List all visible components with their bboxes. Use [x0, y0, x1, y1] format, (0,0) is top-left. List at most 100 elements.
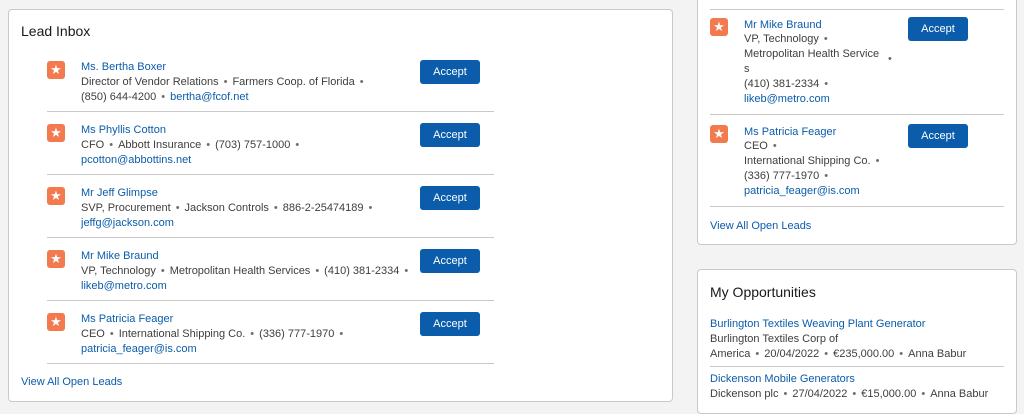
view-all-open-leads-link[interactable]: View All Open Leads [21, 376, 122, 388]
separator: • [339, 328, 344, 340]
lead-email-link[interactable]: patricia_feager@is.com [744, 185, 860, 197]
lead-inbox-card: Lead Inbox ★ Ms. Bertha Boxer Director o… [8, 9, 673, 402]
lead-star-icon: ★ [710, 18, 728, 36]
lead-name-link[interactable]: Ms Patricia Feager [744, 126, 836, 138]
separator: • [824, 78, 829, 90]
separator: • [404, 265, 409, 277]
divider [710, 9, 1004, 10]
lead-details: Director of Vendor Relations • Farmers Coo… [81, 75, 411, 105]
separator: • [852, 388, 857, 400]
lead-details: VP, Technology • Metropolitan Health Serv… [744, 32, 894, 107]
accept-button[interactable]: Accept [420, 123, 480, 147]
separator: • [875, 155, 880, 167]
card-title: Lead Inbox [21, 23, 91, 39]
divider [47, 237, 494, 238]
lead-item: ★ Mr Jeff Glimpse SVP, Procurement • Jacks… [9, 184, 674, 244]
opportunity-details: Dickenson plc • 27/04/2022 • €15,000.00 • Anna… [710, 387, 1010, 402]
lead-title: CEO [744, 140, 768, 152]
opportunity-owner: Anna Babur [930, 388, 989, 400]
lead-email-link[interactable]: jeffg@jackson.com [81, 217, 174, 229]
divider [47, 363, 494, 364]
opportunity-date: 27/04/2022 [792, 388, 848, 400]
lead-star-icon: ★ [47, 187, 65, 205]
separator: • [315, 265, 320, 277]
separator: • [772, 140, 777, 152]
separator: • [109, 328, 114, 340]
lead-email-link[interactable]: likeb@metro.com [81, 280, 167, 292]
divider [47, 111, 494, 112]
lead-company: Jackson Controls [184, 202, 269, 214]
lead-name-link[interactable]: Mr Jeff Glimpse [81, 187, 158, 199]
accept-button[interactable]: Accept [420, 312, 480, 336]
separator: • [161, 91, 166, 103]
lead-email-link[interactable]: patricia_feager@is.com [81, 343, 197, 355]
lead-title: Director of Vendor Relations [81, 76, 219, 88]
lead-phone: (336) 777-1970 [744, 170, 820, 182]
lead-name-link[interactable]: Ms. Bertha Boxer [81, 61, 166, 73]
accept-button[interactable]: Accept [420, 186, 480, 210]
lead-star-icon: ★ [47, 124, 65, 142]
accept-button[interactable]: Accept [420, 60, 480, 84]
accept-button[interactable]: Accept [908, 124, 968, 148]
separator: • [175, 202, 180, 214]
lead-email-link[interactable]: bertha@fcof.net [170, 91, 248, 103]
opportunity-details: Burlington Textiles Corp of America • 20/0… [710, 332, 1010, 362]
lead-phone: (410) 381-2334 [744, 78, 820, 90]
lead-phone: 886-2-25474189 [282, 202, 364, 214]
opportunity-owner: Anna Babur [908, 348, 967, 360]
separator: • [824, 170, 829, 182]
lead-item: ★ Mr Mike Braund VP, Technology • Metropol… [9, 247, 674, 307]
separator: • [250, 328, 255, 340]
opportunity-amount: €235,000.00 [833, 348, 895, 360]
lead-name-link[interactable]: Ms Phyllis Cotton [81, 124, 166, 136]
lead-star-icon: ★ [47, 250, 65, 268]
divider [710, 366, 1004, 367]
separator: • [206, 139, 211, 151]
lead-star-icon: ★ [710, 125, 728, 143]
lead-title: CEO [81, 328, 105, 340]
lead-title: CFO [81, 139, 105, 151]
opportunity-date: 20/04/2022 [764, 348, 820, 360]
lead-item: ★ Ms. Bertha Boxer Director of Vendor Re… [9, 58, 674, 118]
lead-star-icon: ★ [47, 313, 65, 331]
lead-name-link[interactable]: Ms Patricia Feager [81, 313, 173, 325]
divider [47, 174, 494, 175]
opportunity-account-cont: America [710, 348, 751, 360]
divider [710, 114, 1004, 115]
view-all-open-leads-link[interactable]: View All Open Leads [710, 220, 811, 232]
separator: • [368, 202, 373, 214]
lead-company-cont: s [744, 63, 750, 75]
lead-name-link[interactable]: Mr Mike Braund [744, 19, 822, 31]
opportunity-name-link[interactable]: Burlington Textiles Weaving Plant Genera… [710, 318, 925, 330]
lead-phone: (703) 757-1000 [215, 139, 291, 151]
lead-name-link[interactable]: Mr Mike Braund [81, 250, 159, 262]
accept-button[interactable]: Accept [420, 249, 480, 273]
lead-company: International Shipping Co. [118, 328, 246, 340]
separator: • [295, 139, 300, 151]
divider [47, 300, 494, 301]
opportunity-name-link[interactable]: Dickenson Mobile Generators [710, 373, 855, 385]
lead-item: ★ Mr Mike Braund VP, Technology • Metropo… [698, 17, 1018, 107]
lead-star-icon: ★ [47, 61, 65, 79]
lead-phone: (410) 381-2334 [324, 265, 400, 277]
lead-company: Farmers Coop. of Florida [232, 76, 355, 88]
lead-email-link[interactable]: likeb@metro.com [744, 93, 830, 105]
separator: • [359, 76, 364, 88]
lead-email-link[interactable]: pcotton@abbottins.net [81, 154, 191, 166]
separator: • [223, 76, 228, 88]
lead-company: Abbott Insurance [118, 139, 202, 151]
lead-title: SVP, Procurement [81, 202, 171, 214]
lead-company: Metropolitan Health Services [169, 265, 311, 277]
lead-phone: (850) 644-4200 [81, 91, 157, 103]
opportunity-account: Dickenson plc [710, 388, 779, 400]
lead-company: International Shipping Co. [744, 155, 871, 167]
lead-details: CEO • International Shipping Co. • (336) 777… [81, 327, 411, 357]
lead-title: VP, Technology [744, 33, 819, 45]
separator: • [921, 388, 926, 400]
lead-item: ★ Ms Phyllis Cotton CFO • Abbott Insurance… [9, 121, 674, 181]
separator: • [899, 348, 904, 360]
lead-company: Metropolitan Health Service [744, 48, 880, 60]
separator: • [160, 265, 165, 277]
accept-button[interactable]: Accept [908, 17, 968, 41]
opportunity-amount: €15,000.00 [861, 388, 917, 400]
